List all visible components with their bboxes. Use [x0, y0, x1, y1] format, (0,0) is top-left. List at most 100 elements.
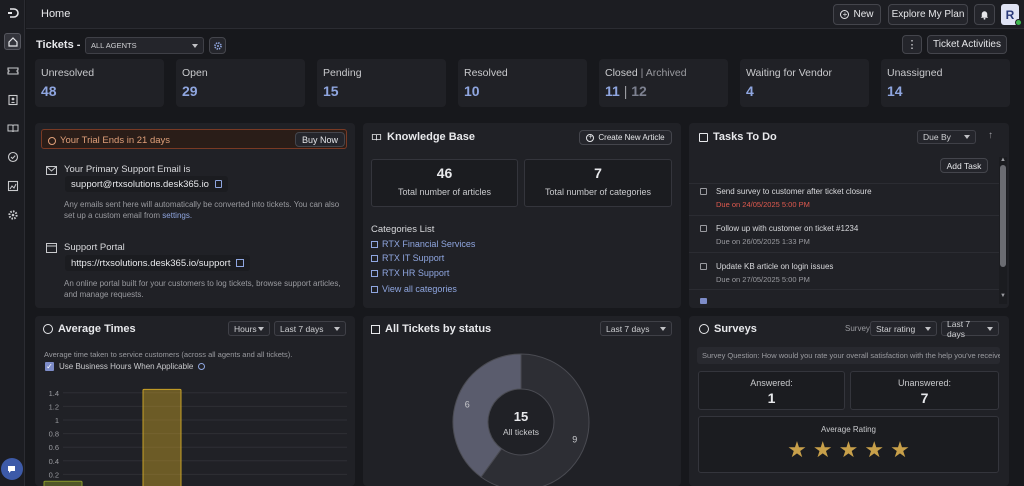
y-tick-label: 0.2: [49, 470, 59, 479]
categories-list-title: Categories List: [371, 224, 435, 235]
scrollbar-thumb[interactable]: [1000, 165, 1006, 267]
y-tick-label: 1.2: [49, 402, 59, 411]
create-article-button[interactable]: + Create New Article: [579, 130, 672, 145]
ticket-icon[interactable]: [4, 62, 21, 79]
settings-icon[interactable]: [4, 206, 21, 223]
survey-range-dropdown[interactable]: Last 7 days: [941, 319, 999, 339]
scroll-up-icon[interactable]: ▲: [1000, 157, 1006, 163]
avg-times-range-dropdown[interactable]: Last 7 days: [274, 321, 346, 336]
settings-link[interactable]: settings.: [162, 211, 192, 220]
tasks-icon[interactable]: [4, 148, 21, 165]
category-link[interactable]: RTX Financial Services: [371, 239, 475, 249]
reports-icon[interactable]: [4, 177, 21, 194]
total-value: 15: [514, 409, 528, 424]
surveys-panel: Surveys Survey: Star rating Last 7 days …: [689, 316, 1009, 486]
avg-times-description: Average time taken to service customers …: [44, 350, 293, 359]
stat-card-resolved[interactable]: Resolved 10: [458, 59, 587, 107]
category-link[interactable]: RTX HR Support: [371, 268, 449, 278]
tasks-sort-dropdown[interactable]: Due By: [917, 130, 976, 144]
task-checkbox[interactable]: [700, 263, 707, 270]
clock-icon: [43, 324, 53, 334]
plus-circle-icon: +: [586, 133, 595, 142]
buy-now-button[interactable]: Buy Now: [295, 132, 345, 147]
bell-icon: [980, 11, 989, 20]
knowledge-base-icon[interactable]: [4, 119, 21, 136]
star-icon: ★: [890, 437, 910, 462]
star-icon: ★: [812, 437, 833, 462]
vertical-dots-icon: ⋮: [906, 38, 918, 51]
copy-icon[interactable]: [214, 180, 222, 188]
surveys-title: Surveys: [714, 323, 757, 335]
more-options-button[interactable]: ⋮: [902, 35, 922, 54]
survey-type-dropdown[interactable]: Star rating: [870, 321, 937, 336]
chat-icon[interactable]: [1, 458, 23, 480]
slice-label: 6: [465, 400, 470, 410]
bar[interactable]: [43, 480, 83, 486]
tickets-title: Tickets -: [36, 39, 81, 51]
trial-banner: Your Trial Ends in 21 days Buy Now: [41, 129, 347, 149]
tasks-title: Tasks To Do: [713, 131, 777, 143]
business-hours-checkbox[interactable]: ✓: [45, 362, 54, 371]
star-icon: ★: [787, 437, 807, 462]
bar[interactable]: [142, 388, 182, 486]
answered-box: Answered: 1: [698, 371, 845, 410]
logo-icon[interactable]: [4, 4, 21, 21]
task-text[interactable]: Follow up with customer on ticket #1234: [716, 224, 858, 233]
online-status-dot: [1015, 19, 1022, 26]
divider: [689, 252, 999, 253]
time-unit-dropdown[interactable]: Hours: [228, 321, 270, 336]
notifications-button[interactable]: [974, 4, 995, 25]
portal-url-chip[interactable]: https://rtxsolutions.desk365.io/support: [65, 255, 251, 271]
average-times-panel: Average Times Hours Last 7 days Average …: [35, 316, 355, 486]
sort-direction-icon[interactable]: ↑: [988, 130, 993, 141]
scroll-down-icon[interactable]: ▼: [1000, 293, 1006, 299]
stat-card-unresolved[interactable]: Unresolved 48: [35, 59, 164, 107]
portal-icon: [46, 243, 57, 253]
chevron-down-icon: [334, 326, 340, 331]
support-email-chip[interactable]: support@rtxsolutions.desk365.io: [65, 176, 228, 192]
chevron-down-icon: [660, 326, 666, 331]
divider: [689, 289, 999, 290]
chart-icon: [371, 324, 380, 334]
ticket-activities-button[interactable]: Ticket Activities: [927, 35, 1007, 54]
filter-settings-button[interactable]: [209, 37, 226, 54]
home-icon[interactable]: [4, 33, 21, 50]
average-rating-box: Average Rating ★ ★ ★ ★ ★: [698, 416, 999, 473]
stat-card-closed[interactable]: Closed | Archived 11 | 12: [599, 59, 728, 107]
category-link[interactable]: RTX IT Support: [371, 253, 444, 263]
task-text[interactable]: Update KB article on login issues: [716, 262, 833, 271]
view-all-categories-link[interactable]: View all categories: [371, 284, 457, 294]
task-checkbox-partial[interactable]: [700, 298, 707, 304]
tasks-panel: Tasks To Do Due By ↑ Add Task Send surve…: [689, 123, 1009, 308]
stat-card-pending[interactable]: Pending 15: [317, 59, 446, 107]
stat-card-unassigned[interactable]: Unassigned 14: [881, 59, 1010, 107]
add-task-button[interactable]: Add Task: [940, 158, 988, 173]
task-text[interactable]: Send survey to customer after ticket clo…: [716, 187, 872, 196]
chevron-down-icon: [964, 135, 970, 139]
stat-card-waiting-for-vendor[interactable]: Waiting for Vendor 4: [740, 59, 869, 107]
smiley-icon: [699, 324, 709, 334]
page-title: Home: [41, 8, 71, 20]
stat-card-open[interactable]: Open 29: [176, 59, 305, 107]
top-bar: Home + New Explore My Plan R: [26, 0, 1024, 29]
list-icon: [371, 269, 378, 277]
email-description: Any emails sent here will automatically …: [64, 200, 340, 220]
new-button[interactable]: + New: [833, 4, 881, 25]
info-icon[interactable]: [198, 363, 206, 370]
agent-filter-dropdown[interactable]: ALL AGENTS: [85, 37, 204, 54]
star-icon: ★: [864, 437, 885, 462]
chevron-down-icon: [925, 326, 931, 331]
status-range-dropdown[interactable]: Last 7 days: [600, 321, 672, 336]
plus-circle-icon: +: [840, 10, 850, 19]
contacts-icon[interactable]: [4, 91, 21, 108]
task-checkbox[interactable]: [700, 188, 707, 195]
trial-support-panel: Your Trial Ends in 21 days Buy Now Your …: [35, 123, 355, 308]
explore-plan-button[interactable]: Explore My Plan: [888, 4, 968, 25]
y-tick-label: 1.4: [49, 389, 59, 398]
total-label: All tickets: [503, 427, 539, 437]
external-link-icon[interactable]: [236, 259, 245, 267]
portal-description: An online portal built for your customer…: [64, 279, 341, 299]
task-checkbox[interactable]: [700, 225, 707, 232]
list-icon: [371, 240, 378, 248]
tasks-scrollbar[interactable]: ▲ ▼: [999, 157, 1007, 304]
